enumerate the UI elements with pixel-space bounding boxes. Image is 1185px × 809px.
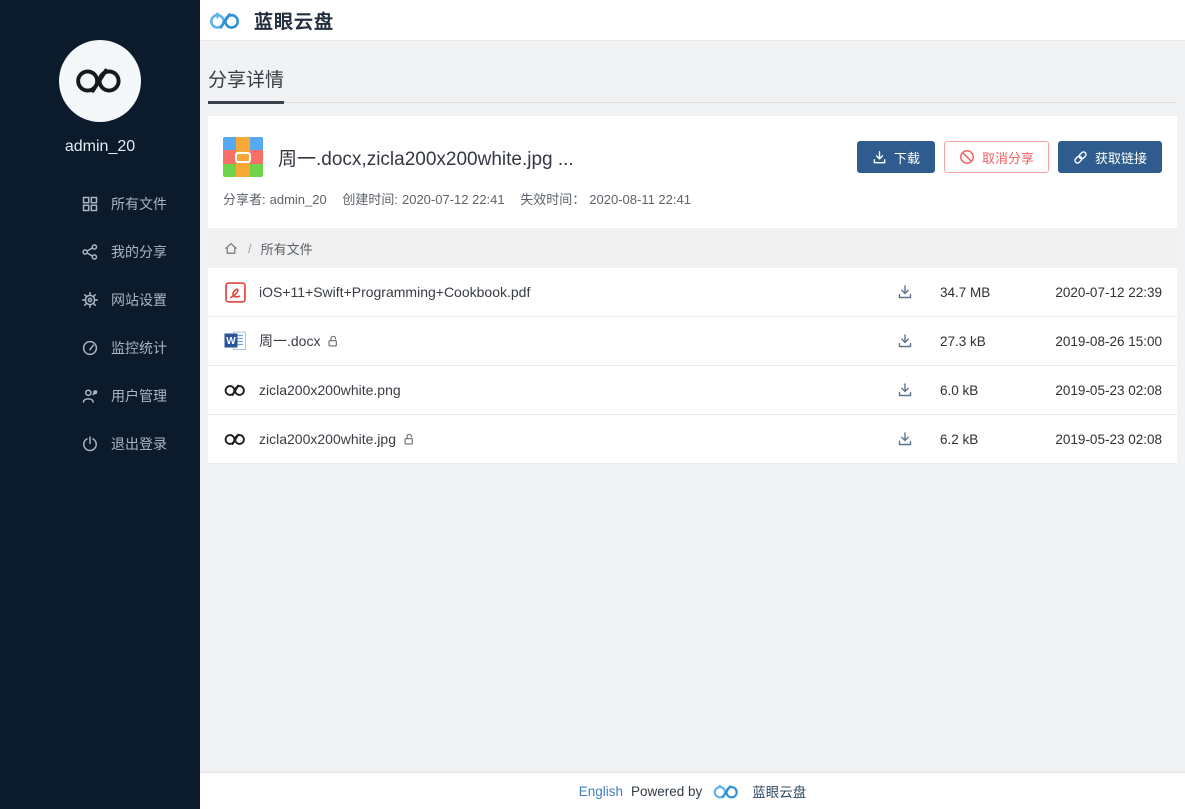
share-icon — [82, 244, 98, 260]
file-download-icon[interactable] — [894, 431, 916, 447]
sidebar-item-label: 用户管理 — [111, 386, 167, 406]
app-title: 蓝眼云盘 — [254, 7, 334, 34]
file-download-icon[interactable] — [894, 333, 916, 349]
grid-icon — [82, 196, 98, 212]
file-row[interactable]: zicla200x200white.png 6.0 kB 2019-05-23 … — [208, 366, 1177, 415]
sidebar-item-all-files[interactable]: 所有文件 — [0, 180, 200, 228]
archive-file-icon — [223, 137, 263, 177]
pdf-file-icon — [223, 282, 247, 303]
share-owner: admin_20 — [270, 192, 327, 207]
gear-icon — [82, 292, 98, 308]
image-thumbnail-icon — [223, 383, 247, 398]
share-actions: 下载 取消分享 — [857, 141, 1162, 173]
download-button[interactable]: 下载 — [857, 141, 935, 173]
file-name[interactable]: zicla200x200white.jpg — [259, 431, 416, 447]
file-row[interactable]: zicla200x200white.jpg — [208, 415, 1177, 464]
share-title: 周一.docx,zicla200x200white.jpg ... — [278, 144, 857, 171]
sidebar-item-label: 退出登录 — [111, 434, 167, 454]
powered-by-text: Powered by — [631, 784, 702, 799]
file-download-icon[interactable] — [894, 284, 916, 300]
breadcrumb-root[interactable]: 所有文件 — [261, 239, 313, 258]
users-icon — [82, 388, 98, 404]
download-icon — [872, 150, 887, 165]
breadcrumb: / 所有文件 — [208, 228, 1177, 268]
power-icon — [82, 436, 98, 452]
sidebar-item-site-settings[interactable]: 网站设置 — [0, 276, 200, 324]
file-download-icon[interactable] — [894, 382, 916, 398]
file-name[interactable]: 周一.docx — [259, 331, 340, 351]
language-link[interactable]: English — [579, 784, 623, 799]
sidebar-item-label: 监控统计 — [111, 338, 167, 358]
sidebar: admin_20 所有文件 我的分享 — [0, 0, 200, 809]
file-size: 34.7 MB — [940, 285, 1036, 300]
file-date: 2019-05-23 02:08 — [1036, 383, 1162, 398]
file-list: iOS+11+Swift+Programming+Cookbook.pdf 34… — [208, 268, 1177, 464]
unlock-icon — [327, 335, 340, 348]
file-date: 2019-05-23 02:08 — [1036, 432, 1162, 447]
cancel-share-button[interactable]: 取消分享 — [944, 141, 1049, 173]
share-owner-label: 分享者: — [223, 192, 266, 207]
share-created-label: 创建时间: — [342, 192, 398, 207]
footer-logo-icon — [712, 783, 742, 800]
sidebar-item-logout[interactable]: 退出登录 — [0, 420, 200, 468]
prohibit-icon — [959, 149, 975, 165]
image-thumbnail-icon — [223, 432, 247, 447]
file-name[interactable]: iOS+11+Swift+Programming+Cookbook.pdf — [259, 284, 530, 300]
link-icon — [1073, 150, 1088, 165]
get-link-button[interactable]: 获取链接 — [1058, 141, 1162, 173]
file-name[interactable]: zicla200x200white.png — [259, 382, 401, 398]
page-title: 分享详情 — [208, 65, 1177, 103]
svg-text:W: W — [226, 336, 236, 347]
avatar[interactable] — [59, 40, 141, 122]
footer-brand-link[interactable]: 蓝眼云盘 — [752, 781, 806, 801]
page-content: 分享详情 周一.docx,zicla200x200white.jpg ... — [200, 41, 1185, 772]
share-expire-label: 失效时间： — [520, 192, 585, 207]
share-expire: 2020-08-11 22:41 — [589, 192, 691, 207]
sidebar-username: admin_20 — [65, 138, 135, 156]
breadcrumb-separator: / — [248, 241, 252, 256]
unlock-icon — [403, 433, 416, 446]
brand-infinity-icon — [74, 66, 126, 96]
file-size: 27.3 kB — [940, 334, 1036, 349]
sidebar-menu: 所有文件 我的分享 — [0, 180, 200, 468]
share-card: 周一.docx,zicla200x200white.jpg ... 下载 — [208, 116, 1177, 464]
app-window: admin_20 所有文件 我的分享 — [0, 0, 1185, 809]
share-header: 周一.docx,zicla200x200white.jpg ... 下载 — [208, 116, 1177, 187]
main-area: 蓝眼云盘 分享详情 周一.docx,zicla200x200white.jpg … — [200, 0, 1185, 809]
file-row[interactable]: W 周一.docx — [208, 317, 1177, 366]
sidebar-item-monitor-stats[interactable]: 监控统计 — [0, 324, 200, 372]
home-icon[interactable] — [223, 240, 239, 256]
sidebar-item-my-shares[interactable]: 我的分享 — [0, 228, 200, 276]
share-meta: 分享者: admin_20 创建时间: 2020-07-12 22:41 失效时间：… — [208, 187, 1177, 228]
file-size: 6.2 kB — [940, 432, 1036, 447]
sidebar-item-user-management[interactable]: 用户管理 — [0, 372, 200, 420]
file-date: 2020-07-12 22:39 — [1036, 285, 1162, 300]
sidebar-item-label: 我的分享 — [111, 242, 167, 262]
app-header: 蓝眼云盘 — [200, 0, 1185, 41]
gauge-icon — [82, 340, 98, 356]
footer: English Powered by 蓝眼云盘 — [200, 772, 1185, 809]
word-file-icon: W — [223, 331, 247, 351]
file-row[interactable]: iOS+11+Swift+Programming+Cookbook.pdf 34… — [208, 268, 1177, 317]
share-created: 2020-07-12 22:41 — [402, 192, 505, 207]
file-date: 2019-08-26 15:00 — [1036, 334, 1162, 349]
sidebar-item-label: 网站设置 — [111, 290, 167, 310]
sidebar-item-label: 所有文件 — [111, 194, 167, 214]
file-size: 6.0 kB — [940, 383, 1036, 398]
app-logo-icon[interactable] — [208, 10, 244, 31]
